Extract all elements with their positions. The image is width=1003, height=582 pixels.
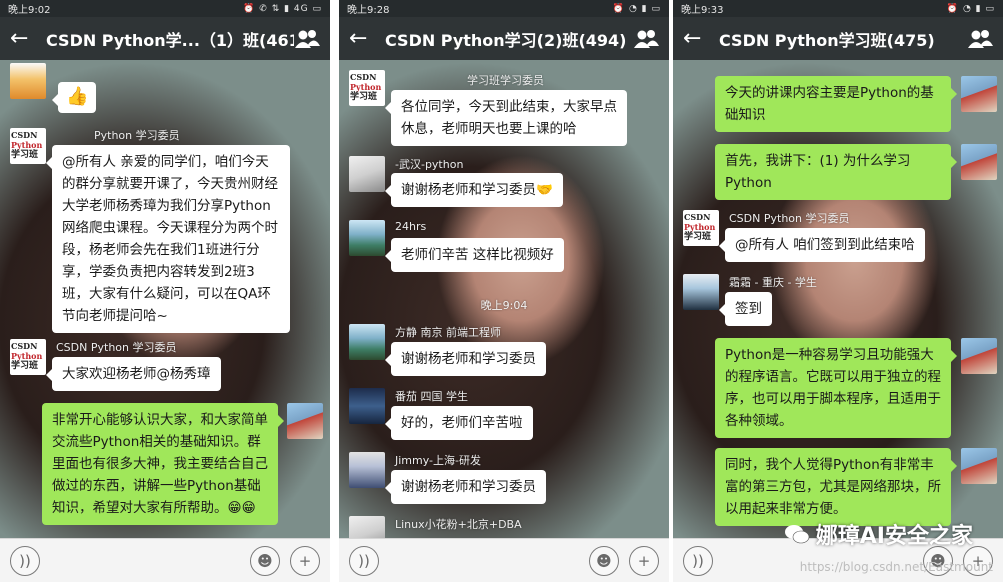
status-time: 晚上9:33 bbox=[681, 5, 724, 16]
message-bubble: 签到 bbox=[719, 292, 772, 326]
message-bubble: 老师们辛苦 这样比视频好 bbox=[385, 238, 564, 272]
chat-header: ← CSDN Python学...（1）班(461) bbox=[0, 17, 330, 60]
sender-name: 番茄 四国 学生 bbox=[395, 390, 468, 403]
sender-name: CSDN Python 学习委员 bbox=[729, 212, 850, 225]
avatar[interactable] bbox=[349, 452, 385, 488]
avatar[interactable] bbox=[349, 156, 385, 192]
message-bubble: 大家欢迎杨老师@杨秀璋 bbox=[46, 357, 221, 391]
chat-header: ← CSDN Python学习(2)班(494) bbox=[339, 17, 669, 60]
avatar[interactable]: CSDN Python 学习班 bbox=[10, 128, 46, 164]
voice-input-icon[interactable]: )) bbox=[10, 545, 40, 576]
chat-title: CSDN Python学...（1）班(461) bbox=[46, 30, 294, 50]
status-icons: ⏰ ✆ ⇅ ▮ 4G ▭ bbox=[243, 3, 322, 14]
voice-input-icon[interactable]: )) bbox=[683, 545, 713, 576]
avatar[interactable] bbox=[961, 76, 997, 112]
phone-screen-1: 晚上9:02 ⏰ ✆ ⇅ ▮ 4G ▭ ← CSDN Python学...（1）… bbox=[0, 0, 330, 582]
input-bar: )) ☻ + bbox=[0, 538, 330, 582]
chat-area: 👍 CSDN Python 学习班 Python 学习委员 @所有人 亲爱的同学们，… bbox=[0, 60, 330, 538]
sender-name: -武汉-python bbox=[395, 158, 464, 171]
avatar[interactable]: CSDN Python 学习班 bbox=[349, 70, 385, 106]
message-bubble: 同时，我个人觉得Python有非常丰富的第三方包，尤其是网络那块，所以用起来非常… bbox=[715, 448, 957, 526]
status-bar: 晚上9:33 ⏰ ◔ ▮ ▭ bbox=[673, 0, 1003, 17]
avatar[interactable]: CSDN Python 学习班 bbox=[683, 210, 719, 246]
avatar[interactable]: CSDN Python 学习班 bbox=[10, 339, 46, 375]
message-bubble: @所有人 咱们签到到此结束哈 bbox=[719, 228, 925, 262]
group-members-icon[interactable] bbox=[294, 28, 320, 50]
status-icons: ⏰ ◔ ▮ ▭ bbox=[612, 3, 661, 14]
avatar[interactable] bbox=[349, 220, 385, 256]
chat-title: CSDN Python学习(2)班(494) bbox=[385, 30, 627, 50]
sender-name: 方静 南京 前端工程师 bbox=[395, 326, 501, 339]
message-bubble: 今天的讲课内容主要是Python的基础知识 bbox=[715, 76, 957, 132]
voice-input-icon[interactable]: )) bbox=[349, 545, 379, 576]
chat-title: CSDN Python学习班(475) bbox=[719, 30, 935, 50]
sender-name: Python 学习委员 bbox=[94, 129, 180, 142]
group-members-icon[interactable] bbox=[967, 28, 993, 50]
emoji-icon[interactable]: ☻ bbox=[250, 545, 280, 576]
group-members-icon[interactable] bbox=[633, 28, 659, 50]
message-bubble: 谢谢杨老师和学习委员 bbox=[385, 342, 546, 376]
avatar[interactable] bbox=[349, 324, 385, 360]
sender-name: 24hrs bbox=[395, 220, 427, 233]
status-time: 晚上9:02 bbox=[8, 5, 51, 16]
chat-area: 今天的讲课内容主要是Python的基础知识 首先，我讲下：(1) 为什么学习Py… bbox=[673, 60, 1003, 538]
message-bubble: 各位同学，今天到此结束，大家早点休息，老师明天也要上课的哈 bbox=[385, 90, 627, 146]
avatar[interactable] bbox=[287, 403, 323, 439]
status-icons: ⏰ ◔ ▮ ▭ bbox=[946, 3, 995, 14]
status-bar: 晚上9:02 ⏰ ✆ ⇅ ▮ 4G ▭ bbox=[0, 0, 330, 17]
sender-name: Jimmy-上海-研发 bbox=[395, 454, 481, 467]
message-bubble: 非常开心能够认识大家，和大家简单交流些Python相关的基础知识。群里面也有很多… bbox=[42, 403, 284, 525]
sender-name: Linux小花粉+北京+DBA bbox=[395, 518, 522, 531]
sender-name: 学习班学习委员 bbox=[467, 74, 544, 87]
message-bubble: 好的，老师们辛苦啦 bbox=[385, 406, 533, 440]
phone-screen-3: 晚上9:33 ⏰ ◔ ▮ ▭ ← CSDN Python学习班(475) 今天的… bbox=[673, 0, 1003, 582]
avatar[interactable] bbox=[683, 274, 719, 310]
message-bubble: 首先，我讲下：(1) 为什么学习Python bbox=[715, 144, 957, 200]
add-icon[interactable]: + bbox=[290, 545, 320, 576]
chat-header: ← CSDN Python学习班(475) bbox=[673, 17, 1003, 60]
emoji-icon[interactable]: ☻ bbox=[589, 545, 619, 576]
back-arrow-icon[interactable]: ← bbox=[10, 26, 46, 51]
message-bubble: 👍 bbox=[51, 82, 97, 113]
phone-screen-2: 晚上9:28 ⏰ ◔ ▮ ▭ ← CSDN Python学习(2)班(494) … bbox=[339, 0, 669, 582]
message-bubble: 谢谢杨老师和学习委员🤝 bbox=[385, 173, 563, 207]
add-icon[interactable]: + bbox=[629, 545, 659, 576]
avatar[interactable] bbox=[961, 338, 997, 374]
wechat-icon bbox=[784, 525, 810, 544]
timestamp: 晚上9:04 bbox=[480, 299, 528, 312]
message-bubble: Python是一种容易学习且功能强大的程序语言。它既可以用于独立的程序，也可以用… bbox=[715, 338, 957, 438]
watermark-text: 娜璋AI安全之家 bbox=[815, 524, 973, 549]
chat-area: CSDN Python 学习班 学习班学习委员 各位同学，今天到此结束，大家早点休息… bbox=[339, 60, 669, 538]
sender-name: CSDN Python 学习委员 bbox=[56, 341, 177, 354]
status-bar: 晚上9:28 ⏰ ◔ ▮ ▭ bbox=[339, 0, 669, 17]
watermark: 娜璋AI安全之家 bbox=[784, 518, 973, 550]
input-bar: )) ☻ + bbox=[339, 538, 669, 582]
avatar[interactable] bbox=[961, 144, 997, 180]
status-time: 晚上9:28 bbox=[347, 5, 390, 16]
message-bubble: 谢谢杨老师和学习委员 bbox=[385, 470, 546, 504]
avatar[interactable] bbox=[10, 63, 46, 99]
sender-name: 霜霜 - 重庆 - 学生 bbox=[729, 276, 817, 289]
back-arrow-icon[interactable]: ← bbox=[349, 26, 385, 51]
message-bubble: @所有人 亲爱的同学们，咱们今天的群分享就要开课了，今天贵州财经大学老师杨秀璋为… bbox=[46, 145, 290, 333]
avatar[interactable] bbox=[349, 516, 385, 538]
back-arrow-icon[interactable]: ← bbox=[683, 26, 719, 51]
watermark-url: https://blog.csdn.net/Eastmount bbox=[799, 560, 993, 574]
avatar[interactable] bbox=[349, 388, 385, 424]
avatar[interactable] bbox=[961, 448, 997, 484]
